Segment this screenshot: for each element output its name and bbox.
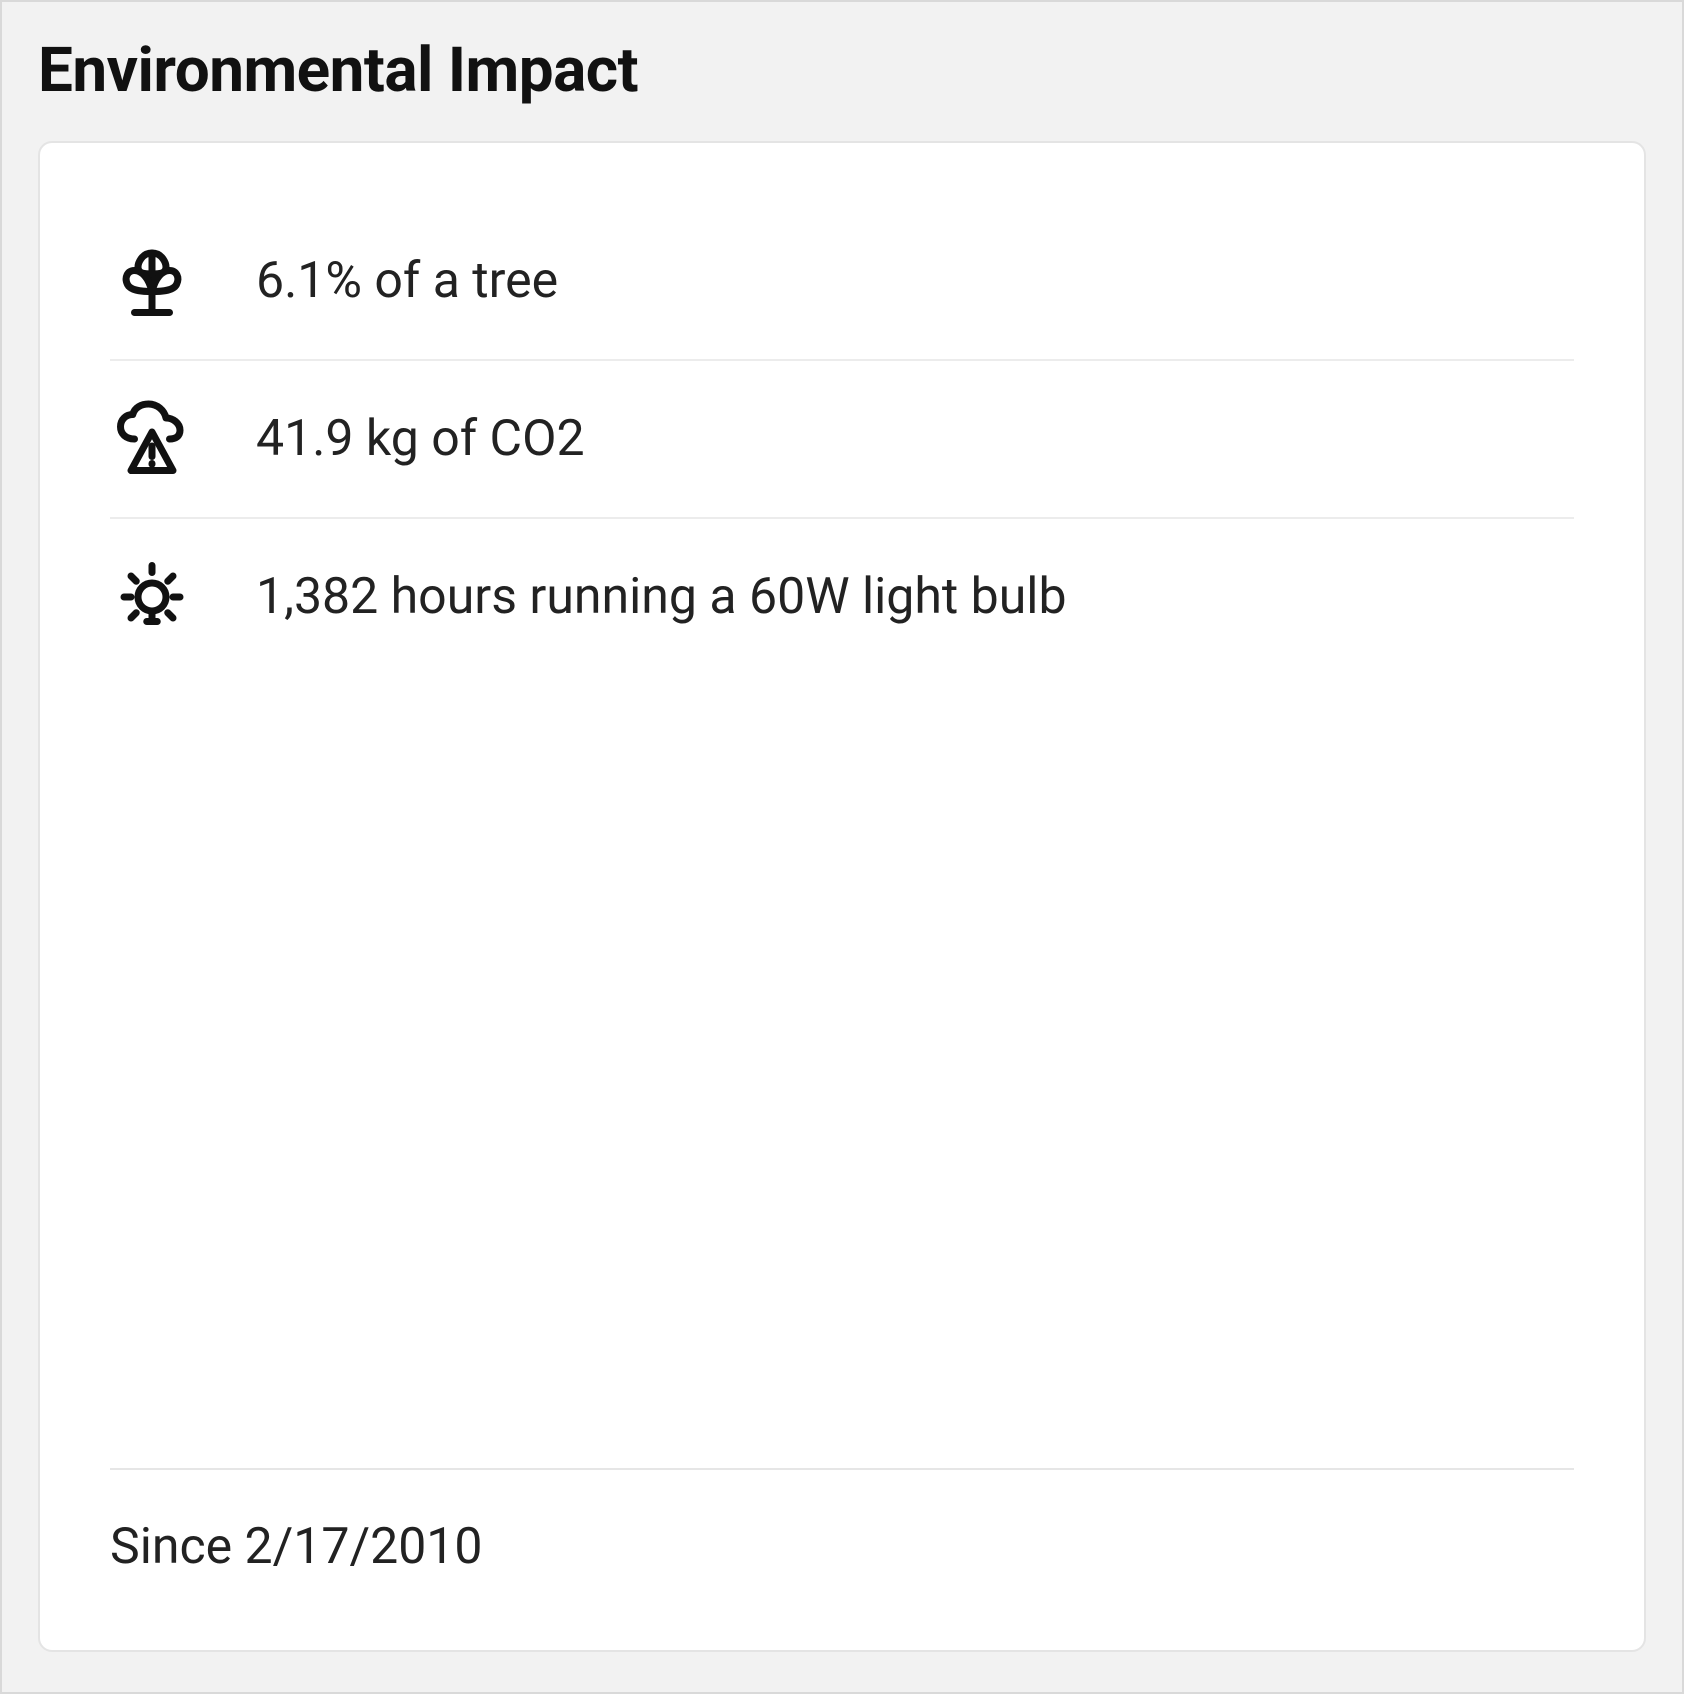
cloud-warning-icon — [110, 397, 194, 481]
impact-card: 6.1% of a tree 41.9 kg of CO2 — [38, 141, 1646, 1652]
lightbulb-icon — [110, 555, 194, 639]
plant-icon — [110, 239, 194, 323]
metric-label: 6.1% of a tree — [256, 252, 558, 310]
metric-row-tree: 6.1% of a tree — [110, 203, 1574, 359]
metric-label: 41.9 kg of CO2 — [256, 410, 585, 468]
footer-text: Since 2/17/2010 — [110, 1518, 483, 1576]
metric-row-co2: 41.9 kg of CO2 — [110, 359, 1574, 517]
environmental-impact-panel: Environmental Impact 6.1% of a tree — [0, 0, 1684, 1694]
metric-label: 1,382 hours running a 60W light bulb — [256, 568, 1067, 626]
metrics-list: 6.1% of a tree 41.9 kg of CO2 — [110, 203, 1574, 675]
card-footer: Since 2/17/2010 — [110, 1468, 1574, 1600]
panel-title: Environmental Impact — [38, 34, 1646, 107]
spacer — [110, 675, 1574, 1468]
metric-row-bulb: 1,382 hours running a 60W light bulb — [110, 517, 1574, 675]
